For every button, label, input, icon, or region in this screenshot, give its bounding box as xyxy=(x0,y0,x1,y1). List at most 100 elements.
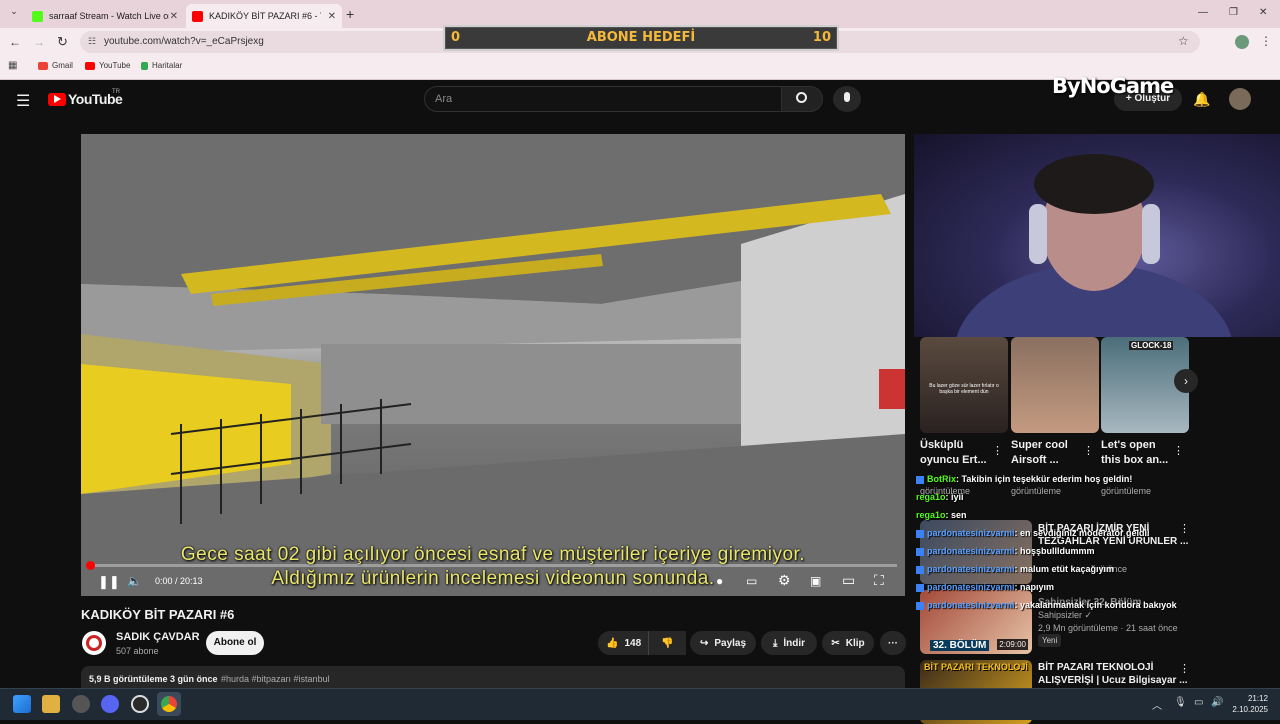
microphone-icon[interactable]: 🎙 xyxy=(1174,697,1187,708)
volume-icon[interactable]: 🔈 xyxy=(127,574,142,588)
bookmark-maps[interactable]: Haritalar xyxy=(141,61,182,70)
chat-message: pardonatesinizvarmi: napıyım xyxy=(916,582,1054,592)
gmail-icon xyxy=(38,61,48,70)
voice-search-button[interactable] xyxy=(833,86,861,112)
platform-badge-icon xyxy=(916,583,924,592)
tab-title: KADIKÖY BİT PAZARI #6 - Yo xyxy=(209,11,321,21)
platform-badge-icon xyxy=(916,475,924,484)
chrome-icon xyxy=(161,696,177,712)
subscriber-count: 507 abone xyxy=(116,646,159,656)
hashtags[interactable]: #hurda #bitpazarı #istanbul xyxy=(221,674,330,684)
clock-date[interactable]: 2.10.2025 xyxy=(1224,705,1268,714)
youtube-logo-icon[interactable] xyxy=(48,93,66,106)
channel-avatar[interactable] xyxy=(82,631,106,655)
theater-mode-icon[interactable]: ▭ xyxy=(842,572,855,589)
obs-icon[interactable] xyxy=(131,695,149,713)
restore-button[interactable]: ❐ xyxy=(1229,7,1238,18)
bookmark-youtube[interactable]: YouTube xyxy=(85,61,130,70)
app-icon[interactable] xyxy=(72,695,90,713)
browser-menu-icon[interactable]: ⋮ xyxy=(1260,34,1272,48)
dislike-button[interactable]: 👎 xyxy=(648,631,686,655)
tab-youtube[interactable]: KADIKÖY BİT PAZARI #6 - Yo ✕ xyxy=(186,4,342,28)
goal-target: 10 xyxy=(812,30,831,45)
windows-start-icon[interactable] xyxy=(13,695,31,713)
short-title-1[interactable]: Üsküplü oyuncu Ert... xyxy=(920,438,992,468)
miniplayer-icon[interactable]: ▣ xyxy=(810,574,821,588)
recommended-title-3[interactable]: BİT PAZARI TEKNOLOJİ ALIŞVERİŞİ | Ucuz Bi… xyxy=(1038,661,1188,687)
settings-gear-icon[interactable]: ⚙ xyxy=(778,572,791,589)
channel-name[interactable]: SADIK ÇAVDAR xyxy=(116,631,200,643)
profile-avatar-icon[interactable] xyxy=(1235,35,1249,49)
chat-message: BotRix: Takibin için teşekkür ederim hoş… xyxy=(916,474,1132,484)
download-button[interactable]: ⤓ İndir xyxy=(761,631,817,655)
subscribe-button[interactable]: Abone ol xyxy=(206,631,264,655)
forward-icon[interactable]: → xyxy=(33,35,45,49)
pause-icon[interactable]: ❚❚ xyxy=(98,574,120,590)
apps-grid-icon[interactable]: ▦ xyxy=(8,60,17,71)
progress-scrubber[interactable] xyxy=(86,561,95,570)
short-title-2[interactable]: Super cool Airsoft ... xyxy=(1011,438,1083,468)
chat-username: rega1o xyxy=(916,492,946,502)
discord-icon[interactable] xyxy=(101,695,119,713)
thumbs-down-icon: 👎 xyxy=(661,637,674,649)
new-tab-button[interactable]: + xyxy=(346,6,354,22)
scissors-icon: ✂ xyxy=(831,637,840,649)
duration-badge: 2:09:00 xyxy=(997,639,1028,650)
close-window-button[interactable]: ✕ xyxy=(1259,7,1267,18)
back-icon[interactable]: ← xyxy=(9,35,21,49)
short-more-icon[interactable]: ⋮ xyxy=(1173,444,1184,457)
account-avatar[interactable] xyxy=(1229,88,1251,110)
chat-text: : malum etüt kaçağıyım xyxy=(1014,564,1115,574)
chat-username: pardonatesinizvarmi xyxy=(927,564,1015,574)
short-thumbnail-1[interactable]: Bu lazer göze sür lazer fırlatır o başka… xyxy=(920,337,1008,433)
tab-close-icon[interactable]: ✕ xyxy=(328,11,336,22)
search-input[interactable]: Ara xyxy=(424,86,782,112)
search-button[interactable] xyxy=(781,86,823,112)
short-views-2: görüntüleme xyxy=(1011,486,1062,496)
tab-kick[interactable]: sarraaf Stream - Watch Live on ✕ xyxy=(26,4,184,28)
speaker-icon[interactable]: 🔊 xyxy=(1211,697,1223,708)
file-explorer-icon[interactable] xyxy=(42,695,60,713)
site-info-icon[interactable]: ☷ xyxy=(88,36,96,47)
tab-title: sarraaf Stream - Watch Live on xyxy=(49,11,169,21)
chat-text: : hoşşbullldummm xyxy=(1014,546,1095,556)
youtube-icon xyxy=(85,61,95,70)
share-arrow-icon: ↪ xyxy=(699,637,709,649)
short-title-3[interactable]: Let's open this box an... xyxy=(1101,438,1173,468)
recommended-more-icon[interactable]: ⋮ xyxy=(1179,522,1190,535)
recommended-more-icon[interactable]: ⋮ xyxy=(1179,662,1190,675)
hamburger-menu-icon[interactable]: ☰ xyxy=(16,91,30,111)
bookmark-gmail[interactable]: Gmail xyxy=(38,61,73,70)
subtitles-icon[interactable]: ▭ xyxy=(746,574,757,588)
platform-badge-icon xyxy=(916,601,924,610)
maps-icon xyxy=(141,61,148,70)
tray-chevron-icon[interactable]: ︿ xyxy=(1152,697,1162,712)
recommended-meta-2: 2,9 Mn görüntüleme · 21 saat önce xyxy=(1038,623,1178,633)
download-icon: ⤓ xyxy=(772,637,778,649)
streamer-webcam-overlay xyxy=(914,134,1280,444)
video-progress-bar[interactable] xyxy=(89,564,897,567)
minimize-button[interactable]: — xyxy=(1198,7,1208,18)
share-button[interactable]: ↪ Paylaş xyxy=(690,631,756,655)
chat-text: : sen xyxy=(945,510,967,520)
tab-search-icon[interactable]: ⌄ xyxy=(6,6,22,22)
autoplay-toggle[interactable]: ● xyxy=(716,574,723,588)
bookmark-star-icon[interactable]: ☆ xyxy=(1178,34,1189,48)
network-icon[interactable]: ▭ xyxy=(1194,697,1203,708)
more-actions-button[interactable]: ··· xyxy=(880,631,906,655)
recommended-channel-2[interactable]: Sahipsizler ✓ xyxy=(1038,610,1092,621)
clock-time[interactable]: 21:12 xyxy=(1236,694,1268,703)
shorts-next-chevron-icon[interactable]: › xyxy=(1174,369,1198,393)
notifications-bell-icon[interactable]: 🔔 xyxy=(1193,91,1210,108)
reload-icon[interactable]: ↻ xyxy=(57,34,68,50)
video-player[interactable]: Gece saat 02 gibi açılıyor öncesi esnaf … xyxy=(81,134,905,596)
clip-button[interactable]: ✂ Klip xyxy=(822,631,874,655)
short-more-icon[interactable]: ⋮ xyxy=(992,444,1003,457)
tab-close-icon[interactable]: ✕ xyxy=(170,11,178,22)
fullscreen-icon[interactable]: ⛶ xyxy=(874,572,884,589)
short-more-icon[interactable]: ⋮ xyxy=(1083,444,1094,457)
video-time: 0:00 / 20:13 xyxy=(155,576,203,586)
short-thumbnail-2[interactable] xyxy=(1011,337,1099,433)
chrome-taskbar-item[interactable] xyxy=(157,692,181,716)
search-icon xyxy=(796,92,807,103)
